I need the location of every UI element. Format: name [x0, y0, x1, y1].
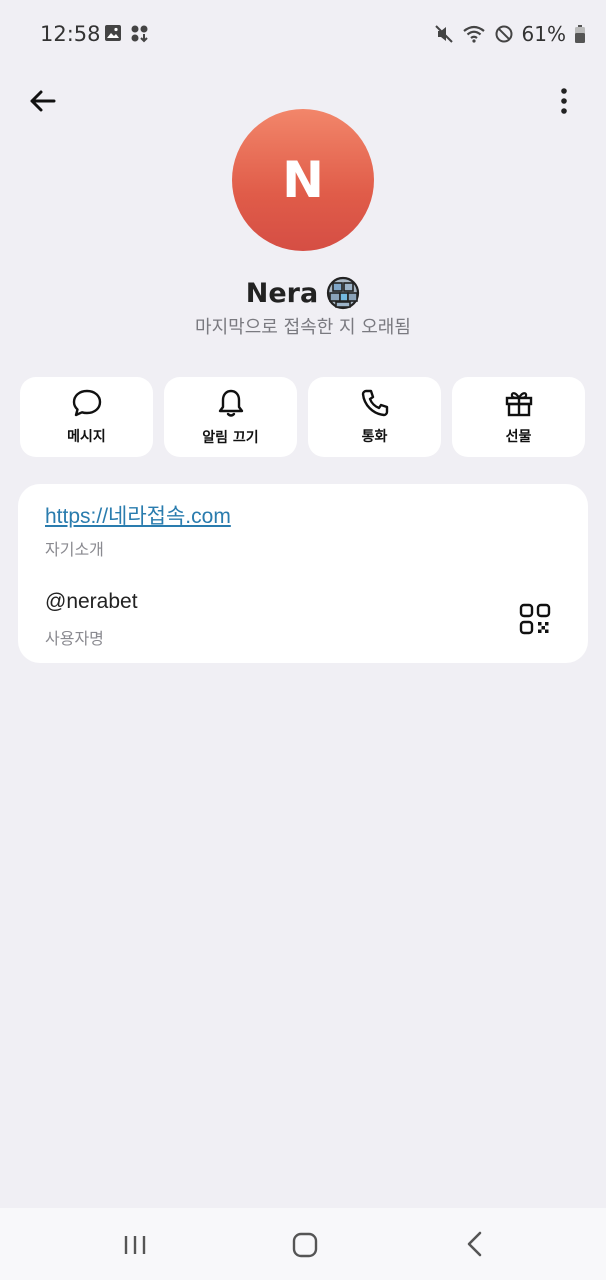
profile-info-card: https://네라접속.com 자기소개 @nerabet 사용자명 [18, 484, 588, 663]
gift-label: 선물 [505, 429, 532, 445]
home-icon [292, 1232, 318, 1258]
back-icon [467, 1231, 482, 1257]
arrow-left-icon [30, 90, 56, 112]
call-label: 통화 [361, 429, 388, 445]
action-buttons: 메시지 알림 끄기 통화 선물 [20, 377, 586, 457]
recent-apps-button[interactable] [122, 1234, 148, 1256]
gift-icon [505, 392, 532, 417]
profile-name-row: Nera [0, 276, 606, 310]
bio-caption: 자기소개 [45, 540, 104, 559]
wifi-icon [462, 25, 485, 43]
message-button[interactable]: 메시지 [20, 377, 153, 457]
battery-icon [575, 25, 585, 43]
more-vertical-icon [561, 88, 567, 114]
apps-download-icon [131, 25, 148, 43]
message-icon [72, 389, 101, 417]
status-time: 12:58 [40, 22, 101, 46]
mute-notifications-label: 알림 끄기 [202, 430, 259, 446]
nav-back-button[interactable] [464, 1230, 486, 1258]
message-label: 메시지 [67, 429, 106, 445]
avatar-letter: N [282, 151, 324, 209]
do-not-disturb-icon [495, 25, 513, 43]
bell-icon [218, 389, 243, 417]
battery-percent: 61% [521, 22, 566, 46]
qr-code-icon [519, 603, 551, 635]
more-options-button[interactable] [552, 84, 576, 118]
mute-icon [434, 25, 453, 43]
globe-emoji-icon [327, 276, 360, 310]
recent-apps-icon [124, 1236, 146, 1254]
call-button[interactable]: 통화 [308, 377, 441, 457]
qr-code-button[interactable] [518, 602, 552, 636]
back-button[interactable] [26, 84, 60, 118]
profile-name: Nera [245, 277, 319, 309]
phone-icon [361, 389, 388, 417]
system-nav-bar [0, 1208, 606, 1280]
avatar[interactable]: N [232, 109, 374, 251]
mute-notifications-button[interactable]: 알림 끄기 [164, 377, 297, 457]
last-seen-status: 마지막으로 접속한 지 오래됨 [195, 317, 411, 338]
image-icon [105, 25, 121, 41]
gift-button[interactable]: 선물 [452, 377, 585, 457]
status-bar: 12:58 61% [0, 0, 606, 70]
username-caption: 사용자명 [45, 629, 104, 648]
home-button[interactable] [292, 1232, 318, 1258]
bio-link[interactable]: https://네라접속.com [45, 500, 231, 530]
username[interactable]: @nerabet [45, 590, 138, 614]
